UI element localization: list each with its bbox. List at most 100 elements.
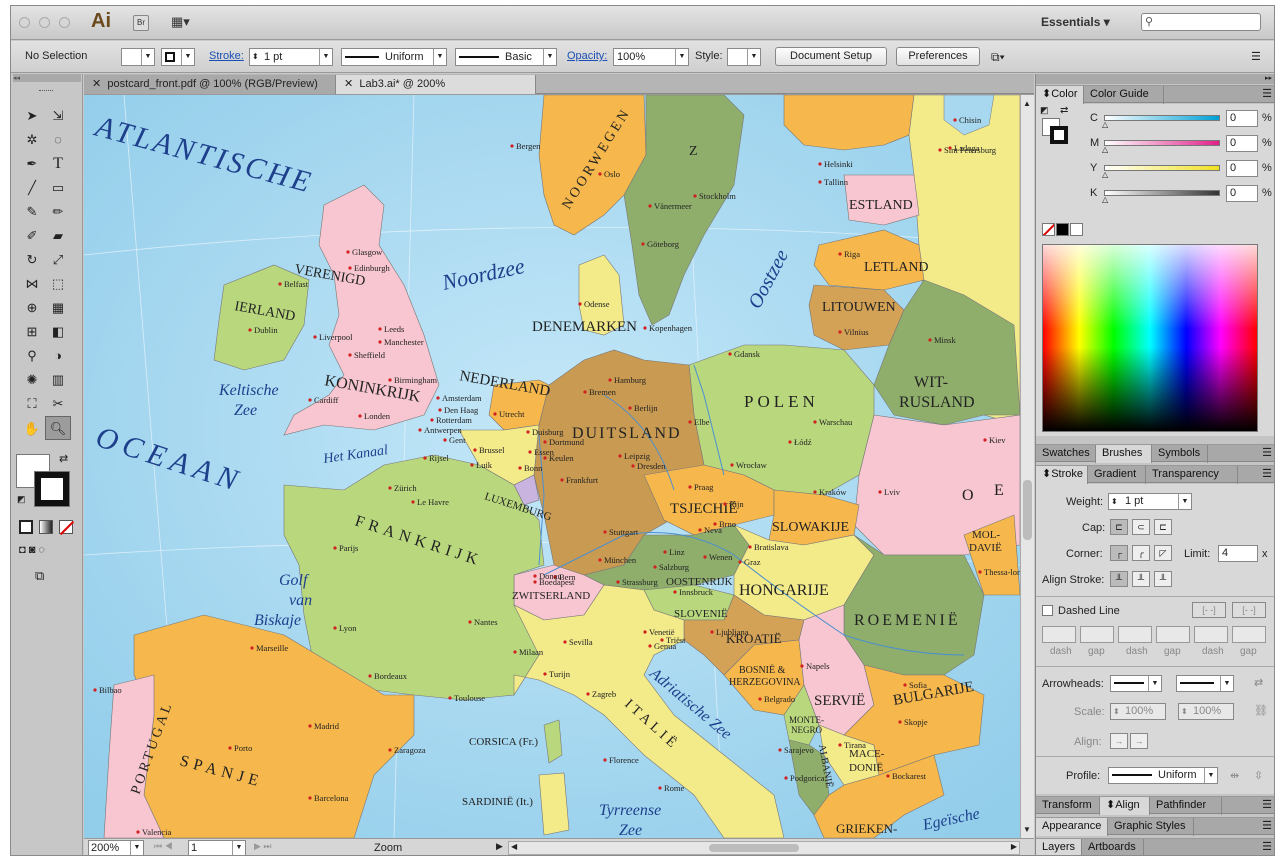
rectangle-tool-icon[interactable]: ▭ xyxy=(45,176,71,200)
slider-thumb-icon[interactable]: △ xyxy=(1102,170,1108,179)
minimize-window-button[interactable] xyxy=(39,17,50,28)
slice-tool-icon[interactable]: ✂ xyxy=(45,392,71,416)
dash-gap-input[interactable] xyxy=(1232,626,1266,643)
bridge-button[interactable]: Br xyxy=(133,15,149,31)
swap-colors-icon[interactable]: ⇄ xyxy=(1060,105,1068,116)
panel-menu-icon[interactable]: ☰ xyxy=(1251,50,1261,63)
channel-value-input[interactable]: 0 xyxy=(1226,160,1258,177)
lasso-tool-icon[interactable]: ◌ xyxy=(45,128,71,152)
horizontal-scrollbar[interactable]: ◀ ▶ xyxy=(508,841,1020,855)
shape-builder-tool-icon[interactable]: ⊕ xyxy=(19,296,45,320)
align-center-button[interactable]: ╨ xyxy=(1110,571,1128,587)
variable-width-profile-dropdown[interactable]: Uniform ▼ xyxy=(341,48,447,66)
tab-transform[interactable]: Transform xyxy=(1036,797,1100,815)
miter-limit-input[interactable]: 4 xyxy=(1218,545,1258,562)
stroke-color-dropdown[interactable]: ▼ xyxy=(161,48,195,66)
grip-icon[interactable] xyxy=(39,90,53,93)
tab-gradient[interactable]: Gradient xyxy=(1088,466,1146,484)
pen-tool-icon[interactable]: ✒ xyxy=(19,152,45,176)
start-scale-input[interactable]: ⬍ 100% xyxy=(1110,703,1166,720)
slider-thumb-icon[interactable]: △ xyxy=(1102,195,1108,204)
extend-arrow-tip-button[interactable]: → xyxy=(1110,733,1128,749)
tab-brushes[interactable]: Brushes xyxy=(1096,445,1152,463)
end-scale-input[interactable]: ⬍ 100% xyxy=(1178,703,1234,720)
butt-cap-button[interactable]: ⊏ xyxy=(1110,519,1128,535)
channel-value-input[interactable]: 0 xyxy=(1226,135,1258,152)
tab-postcard-front[interactable]: ✕ postcard_front.pdf @ 100% (RGB/Preview… xyxy=(84,75,336,94)
stroke-weight-input[interactable]: ⬍ 1 pt ▼ xyxy=(1108,493,1192,510)
default-colors-icon[interactable]: ◩ xyxy=(1040,105,1049,116)
column-graph-tool-icon[interactable]: ▥ xyxy=(45,368,71,392)
selection-tool-icon[interactable]: ➤ xyxy=(19,104,45,128)
document-setup-button[interactable]: Document Setup xyxy=(775,47,887,66)
opacity-input[interactable]: 100% ▼ xyxy=(613,48,689,66)
stepper-icon[interactable]: ⬍ xyxy=(1113,704,1120,719)
tab-align[interactable]: ⬍Align xyxy=(1100,797,1150,815)
artboard-tool-icon[interactable]: ⛶ xyxy=(19,392,45,416)
preserve-dash-button[interactable]: [- -] xyxy=(1192,602,1226,618)
tab-appearance[interactable]: Appearance xyxy=(1036,818,1108,836)
preferences-button[interactable]: Preferences xyxy=(896,47,980,66)
slider-thumb-icon[interactable]: △ xyxy=(1102,145,1108,154)
black-color-button[interactable] xyxy=(1056,223,1069,236)
scroll-up-icon[interactable]: ▲ xyxy=(1023,99,1031,108)
stepper-icon[interactable]: ⬍ xyxy=(1181,704,1188,719)
none-color-button[interactable] xyxy=(1042,223,1055,236)
scroll-down-icon[interactable]: ▼ xyxy=(1023,825,1031,834)
channel-slider[interactable] xyxy=(1104,140,1220,146)
direct-selection-tool-icon[interactable]: ⇲ xyxy=(45,104,71,128)
blob-brush-tool-icon[interactable]: ✐ xyxy=(19,224,45,248)
tab-layers[interactable]: Layers xyxy=(1036,839,1082,855)
arrange-documents-button[interactable]: ▦▾ xyxy=(171,15,199,31)
rotate-tool-icon[interactable]: ↻ xyxy=(19,248,45,272)
slider-thumb-icon[interactable]: △ xyxy=(1102,120,1108,129)
stepper-icon[interactable]: ⬍ xyxy=(252,49,259,65)
channel-slider[interactable] xyxy=(1104,115,1220,121)
artwork-canvas[interactable]: ATLANTISCHE OCEAAN Noordzee Oostzee Kelt… xyxy=(84,95,1020,838)
channel-slider[interactable] xyxy=(1104,165,1220,171)
stroke-swatch[interactable] xyxy=(34,471,70,507)
panel-menu-icon[interactable]: ☰ xyxy=(1262,467,1272,480)
dashed-line-checkbox[interactable] xyxy=(1042,605,1053,616)
round-join-button[interactable]: ╭ xyxy=(1132,545,1150,561)
place-arrow-tip-button[interactable]: → xyxy=(1130,733,1148,749)
tab-transparency[interactable]: Transparency xyxy=(1146,466,1238,484)
close-tab-icon[interactable]: ✕ xyxy=(92,78,101,90)
tab-color[interactable]: ⬍Color xyxy=(1036,86,1084,104)
stroke-swatch[interactable] xyxy=(1050,126,1068,144)
blend-tool-icon[interactable]: ◑ xyxy=(45,344,71,368)
stroke-weight-input[interactable]: ⬍ 1 pt ▼ xyxy=(249,48,333,66)
artboard-navigation-dropdown[interactable]: 1 ▼ xyxy=(188,840,246,855)
tab-color-guide[interactable]: Color Guide xyxy=(1084,86,1164,104)
panel-menu-icon[interactable]: ☰ xyxy=(1262,798,1272,811)
mesh-tool-icon[interactable]: ⊞ xyxy=(19,320,45,344)
last-artboard-icon[interactable]: ▶ ⏭ xyxy=(254,841,272,852)
flip-along-icon[interactable]: ⇹ xyxy=(1230,769,1239,782)
gradient-mode-icon[interactable] xyxy=(39,520,54,534)
line-tool-icon[interactable]: ╱ xyxy=(19,176,45,200)
none-mode-icon[interactable] xyxy=(59,520,75,536)
free-transform-tool-icon[interactable]: ⬚ xyxy=(45,272,71,296)
tab-artboards[interactable]: Artboards xyxy=(1082,839,1144,855)
swap-fill-stroke-icon[interactable]: ⇄ xyxy=(59,452,68,465)
eraser-tool-icon[interactable]: ▰ xyxy=(45,224,71,248)
dash-gap-input[interactable] xyxy=(1156,626,1190,643)
align-inside-button[interactable]: ╨ xyxy=(1132,571,1150,587)
stepper-icon[interactable]: ⬍ xyxy=(1111,494,1118,509)
zoom-level-dropdown[interactable]: 200% ▼ xyxy=(88,840,144,855)
close-tab-icon[interactable]: ✕ xyxy=(344,78,353,90)
channel-value-input[interactable]: 0 xyxy=(1226,110,1258,127)
panel-menu-icon[interactable]: ☰ xyxy=(1262,840,1272,853)
width-profile-dropdown[interactable]: Uniform ▼ xyxy=(1108,767,1218,784)
tab-graphic-styles[interactable]: Graphic Styles xyxy=(1108,818,1194,836)
magic-wand-tool-icon[interactable]: ✲ xyxy=(19,128,45,152)
status-menu-icon[interactable]: ▶ xyxy=(496,841,503,852)
panel-menu-icon[interactable]: ☰ xyxy=(1262,87,1272,100)
first-artboard-icon[interactable]: ⏮ ◀ xyxy=(154,841,173,852)
hand-tool-icon[interactable]: ✋ xyxy=(19,417,45,441)
dash-gap-input[interactable] xyxy=(1080,626,1114,643)
width-tool-icon[interactable]: ⋈ xyxy=(19,272,45,296)
round-cap-button[interactable]: ⊂ xyxy=(1132,519,1150,535)
dash-gap-input[interactable] xyxy=(1194,626,1228,643)
zoom-tool-icon[interactable]: 🔍︎ xyxy=(45,416,71,440)
